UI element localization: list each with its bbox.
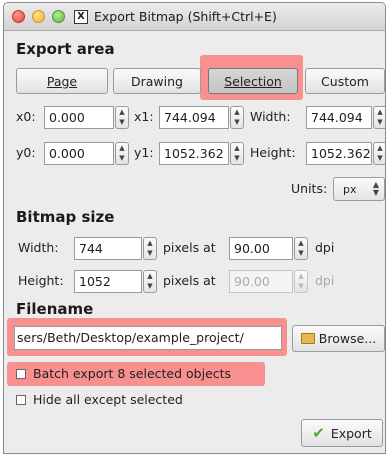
x0-input[interactable]: 0.000 [44,106,114,129]
width-label: Width: [250,109,291,124]
drawing-button[interactable]: Drawing [113,68,201,94]
bitmap-width-input[interactable]: 744 [74,237,142,260]
y0-input[interactable]: 0.000 [44,142,114,165]
select-arrows-icon: ▲ ▼ [372,180,379,197]
y1-input[interactable]: 1052.362 [159,142,229,165]
width-input[interactable]: 744.094 [306,106,372,129]
x11-app-icon: X [74,10,88,24]
minimize-window-button[interactable] [32,10,45,23]
filename-heading: Filename [16,300,94,318]
bitmap-size-heading: Bitmap size [16,208,115,226]
dpi-input-disabled: 90.00 [229,270,293,293]
pixels-at-label: pixels at [163,240,216,255]
bitmap-height-input[interactable]: 1052 [74,270,142,293]
bitmap-height-spinner[interactable]: ▲ ▼ [143,270,157,293]
hide-all-checkbox[interactable] [16,395,26,405]
title-bar: X Export Bitmap (Shift+Ctrl+E) [4,3,385,31]
x1-label: x1: [134,109,154,124]
checkmark-icon: ✔ [312,424,325,442]
dpi-input[interactable]: 90.00 [229,237,293,260]
bitmap-width-spinner[interactable]: ▲ ▼ [143,237,157,260]
export-bitmap-dialog: X Export Bitmap (Shift+Ctrl+E) Export ar… [3,2,386,454]
y0-label: y0: [16,145,36,160]
selection-button[interactable]: Selection [208,68,298,94]
batch-export-checkbox[interactable] [16,369,26,379]
dpi-spinner-disabled: ▲ ▼ [294,270,308,293]
y1-label: y1: [134,145,154,160]
dpi-label: dpi [315,240,335,255]
folder-icon [300,333,315,344]
y0-spinner[interactable]: ▲ ▼ [115,142,129,165]
height-input[interactable]: 1052.362 [306,142,372,165]
bitmap-height-label: Height: [18,273,64,288]
bitmap-width-label: Width: [18,240,59,255]
dpi-label-disabled: dpi [315,273,335,288]
custom-button[interactable]: Custom [305,68,385,94]
units-label: Units: [291,181,328,196]
x0-label: x0: [16,109,36,124]
browse-button[interactable]: Browse... [292,325,385,352]
batch-export-label: Batch export 8 selected objects [33,366,232,381]
dpi-spinner[interactable]: ▲ ▼ [294,237,308,260]
export-area-heading: Export area [16,40,115,58]
y1-spinner[interactable]: ▲ ▼ [230,142,244,165]
height-spinner[interactable]: ▲ ▼ [373,142,385,165]
window-title: Export Bitmap (Shift+Ctrl+E) [94,9,277,24]
hide-all-label: Hide all except selected [33,392,183,407]
filename-input[interactable]: sers/Beth/Desktop/example_project/ [14,326,282,350]
x1-spinner[interactable]: ▲ ▼ [230,106,244,129]
export-button[interactable]: ✔ Export [301,419,383,447]
height-label: Height: [250,145,296,160]
zoom-window-button[interactable] [52,10,65,23]
page-button[interactable]: Page [16,68,108,94]
close-window-button[interactable] [12,10,25,23]
units-value: px [343,182,357,196]
x0-spinner[interactable]: ▲ ▼ [115,106,129,129]
width-spinner[interactable]: ▲ ▼ [373,106,385,129]
pixels-at-label-2: pixels at [163,273,216,288]
units-select[interactable]: px ▲ ▼ [333,177,385,201]
x1-input[interactable]: 744.094 [159,106,229,129]
